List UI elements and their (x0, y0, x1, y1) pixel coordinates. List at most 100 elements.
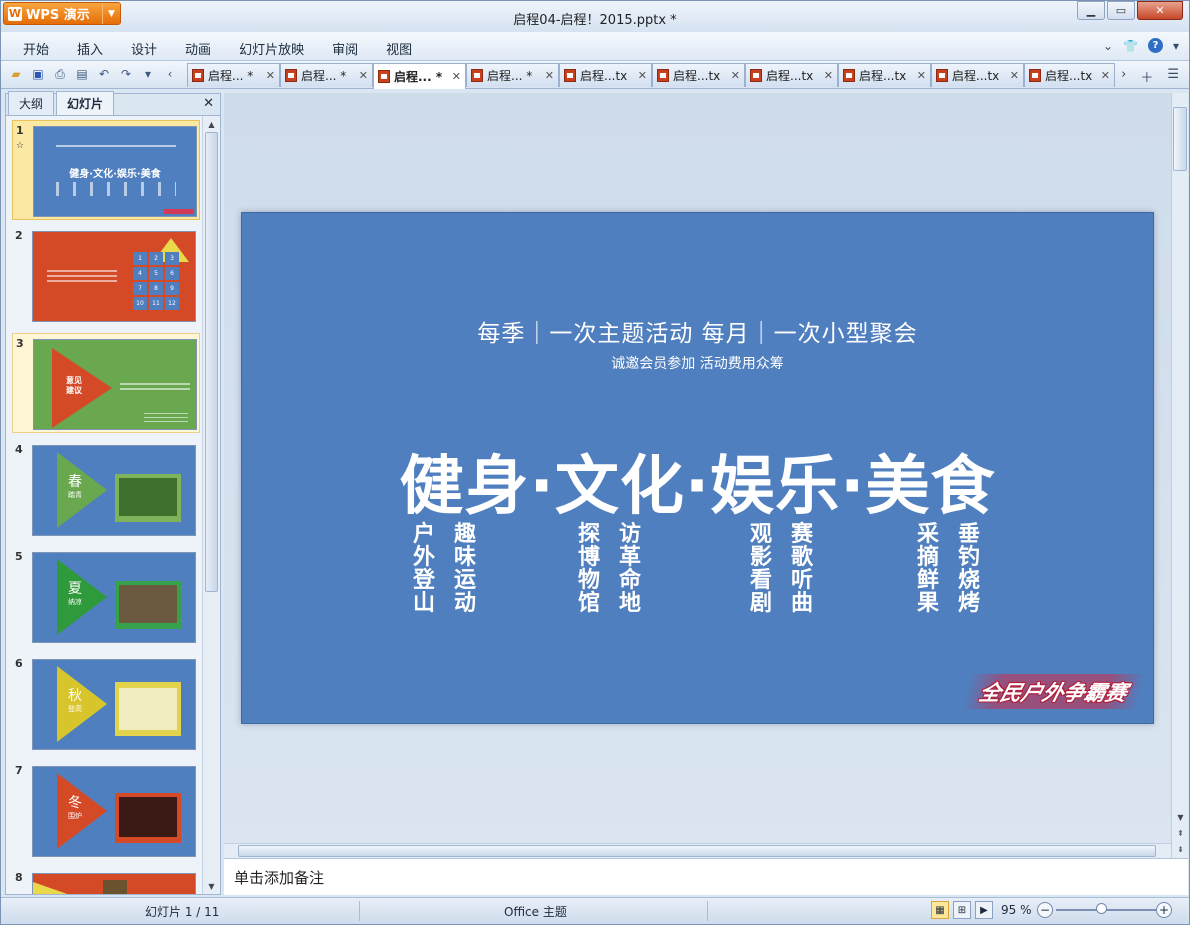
document-tab[interactable]: 启程...tx ✕ (745, 63, 838, 87)
menu-view[interactable]: 视图 (372, 39, 426, 58)
scroll-down-icon[interactable]: ▼ (1172, 810, 1189, 824)
document-tab[interactable]: 启程... * ✕ (280, 63, 373, 87)
tab-outline[interactable]: 大纲 (8, 91, 55, 115)
scroll-down-icon[interactable]: ▼ (203, 879, 220, 893)
close-tab-icon[interactable]: ✕ (359, 69, 368, 82)
previous-slide-icon[interactable]: ⇞ (1172, 826, 1189, 840)
document-tab[interactable]: 启程...tx ✕ (559, 63, 652, 87)
activity-column[interactable]: 赛歌听曲 (790, 523, 814, 615)
tab-slides[interactable]: 幻灯片 (56, 91, 115, 115)
scrollbar-thumb[interactable] (238, 845, 1156, 857)
slide-thumbnail[interactable]: 4 春 踏青 (12, 440, 200, 540)
slides-pane: 大纲 幻灯片 ✕ 1 ☆ 健身·文化·娱乐·美食 2 1 2 3 4 5 6 7… (5, 91, 221, 895)
close-tab-icon[interactable]: ✕ (1101, 69, 1110, 82)
menu-home[interactable]: 开始 (9, 39, 63, 58)
slide-thumbnail-image: 1 2 3 4 5 6 7 8 9 10 11 12 (32, 231, 196, 322)
activity-column[interactable]: 垂钓烧烤 (957, 523, 981, 615)
activity-column[interactable]: 采摘鲜果 (916, 523, 940, 615)
menu-insert[interactable]: 插入 (63, 39, 117, 58)
document-tab[interactable]: 启程...tx ✕ (1024, 63, 1115, 87)
close-button[interactable]: ✕ (1137, 1, 1183, 20)
thumb-text-lines (120, 380, 190, 390)
pptx-file-icon (285, 69, 297, 82)
maximize-button[interactable]: ▭ (1107, 1, 1135, 20)
slide-thumbnail-image: 夏 纳凉 (32, 552, 196, 643)
close-tab-icon[interactable]: ✕ (266, 69, 275, 82)
menu-design[interactable]: 设计 (117, 39, 171, 58)
document-tab[interactable]: 启程... * ✕ (187, 63, 280, 87)
print-preview-icon[interactable]: ▤ (73, 65, 91, 83)
undo-icon[interactable]: ↶ (95, 65, 113, 83)
zoom-in-icon[interactable]: + (1156, 902, 1172, 918)
slide-thumbnail-image: 健身·文化·娱乐·美食 (33, 126, 197, 217)
slide-thumbnail[interactable]: 3 意见 建议 (12, 333, 200, 433)
menu-review[interactable]: 审阅 (318, 39, 372, 58)
slide-subtitle-line2[interactable]: 诚邀会员参加 活动费用众筹 (242, 353, 1153, 373)
scrollbar-thumb[interactable] (1173, 107, 1187, 171)
close-tab-icon[interactable]: ✕ (638, 69, 647, 82)
thumb-logo (164, 209, 194, 214)
scroll-up-icon[interactable]: ▲ (203, 117, 220, 131)
close-tab-icon[interactable]: ✕ (731, 69, 740, 82)
thumb-photo (103, 880, 127, 894)
document-tab[interactable]: 启程... * ✕ (466, 63, 559, 87)
document-tab[interactable]: 启程...tx ✕ (838, 63, 931, 87)
menu-animation[interactable]: 动画 (171, 39, 225, 58)
editor-vertical-scrollbar[interactable]: ▼ ⇞ ⇟ (1171, 93, 1188, 858)
event-logo[interactable]: 全民户外争霸赛 (961, 674, 1146, 709)
slide-headline[interactable]: 健身·文化·娱乐·美食 (242, 435, 1153, 527)
slide-thumbnail[interactable]: 1 ☆ 健身·文化·娱乐·美食 (12, 120, 200, 220)
slide-thumbnail-image: 冬 围炉 (32, 766, 196, 857)
next-slide-icon[interactable]: ⇟ (1172, 842, 1189, 856)
print-icon[interactable]: ⎙ (51, 65, 69, 83)
shirt-icon[interactable]: 👕 (1123, 39, 1138, 53)
document-tab[interactable]: 启程...tx ✕ (652, 63, 745, 87)
close-tab-icon[interactable]: ✕ (452, 70, 461, 83)
new-tab-icon[interactable]: ＋ (1140, 67, 1153, 86)
notes-area[interactable]: 单击添加备注 (224, 858, 1188, 895)
zoom-slider-handle[interactable] (1096, 903, 1107, 914)
scrollbar-thumb[interactable] (205, 132, 218, 592)
slide-thumbnail[interactable]: 2 1 2 3 4 5 6 7 8 9 10 11 12 (12, 226, 200, 326)
close-pane-icon[interactable]: ✕ (203, 96, 214, 111)
activity-column[interactable]: 访革命地 (618, 523, 642, 615)
slide-subtitle-line1[interactable]: 每季｜一次主题活动 每月｜一次小型聚会 (242, 314, 1153, 348)
redo-icon[interactable]: ↷ (117, 65, 135, 83)
document-tab-active[interactable]: 启程... * ✕ (373, 63, 466, 89)
zoom-level: 95 % (1001, 903, 1032, 917)
minimize-button[interactable]: ▁ (1077, 1, 1105, 20)
menu-slideshow[interactable]: 幻灯片放映 (225, 39, 318, 58)
theme-name: Office 主题 (504, 905, 567, 919)
save-icon[interactable]: ▣ (29, 65, 47, 83)
help-icon[interactable]: ? (1147, 38, 1163, 53)
close-tab-icon[interactable]: ✕ (917, 69, 926, 82)
activity-column[interactable]: 观影看剧 (749, 523, 773, 615)
close-tab-icon[interactable]: ✕ (545, 69, 554, 82)
thumb-triangle (52, 348, 112, 428)
slide-thumbnail[interactable]: 8 (12, 868, 200, 894)
zoom-out-icon[interactable]: − (1037, 902, 1053, 918)
tab-scroll-right-icon[interactable]: › (1121, 67, 1126, 86)
tab-scroll-left-icon[interactable]: ‹ (161, 65, 179, 83)
chevron-down-icon[interactable]: ⌄ (1103, 39, 1113, 53)
slide-thumbnail[interactable]: 5 夏 纳凉 (12, 547, 200, 647)
slides-scrollbar[interactable]: ▲ ▼ (202, 116, 220, 894)
document-tab[interactable]: 启程...tx ✕ (931, 63, 1024, 87)
activity-column[interactable]: 户外登山 (412, 523, 436, 615)
normal-view-button[interactable]: ▦ (931, 901, 949, 919)
close-tab-icon[interactable]: ✕ (824, 69, 833, 82)
tab-list-icon[interactable]: ☰ (1167, 67, 1179, 86)
slideshow-view-button[interactable]: ▶ (975, 901, 993, 919)
pptx-file-icon (750, 69, 762, 82)
chevron-down-icon[interactable]: ▾ (1173, 39, 1179, 53)
editor-horizontal-scrollbar[interactable] (224, 843, 1171, 858)
open-folder-icon[interactable]: ▰ (7, 65, 25, 83)
slide-sorter-view-button[interactable]: ⊞ (953, 901, 971, 919)
activity-column[interactable]: 趣味运动 (453, 523, 477, 615)
close-tab-icon[interactable]: ✕ (1010, 69, 1019, 82)
slide-thumbnail[interactable]: 6 秋 登高 (12, 654, 200, 754)
slide-thumbnail[interactable]: 7 冬 围炉 (12, 761, 200, 861)
customize-toolbar-icon[interactable]: ▾ (139, 65, 157, 83)
current-slide[interactable]: 每季｜一次主题活动 每月｜一次小型聚会 诚邀会员参加 活动费用众筹 健身·文化·… (241, 212, 1154, 724)
activity-column[interactable]: 探博物馆 (577, 523, 601, 615)
